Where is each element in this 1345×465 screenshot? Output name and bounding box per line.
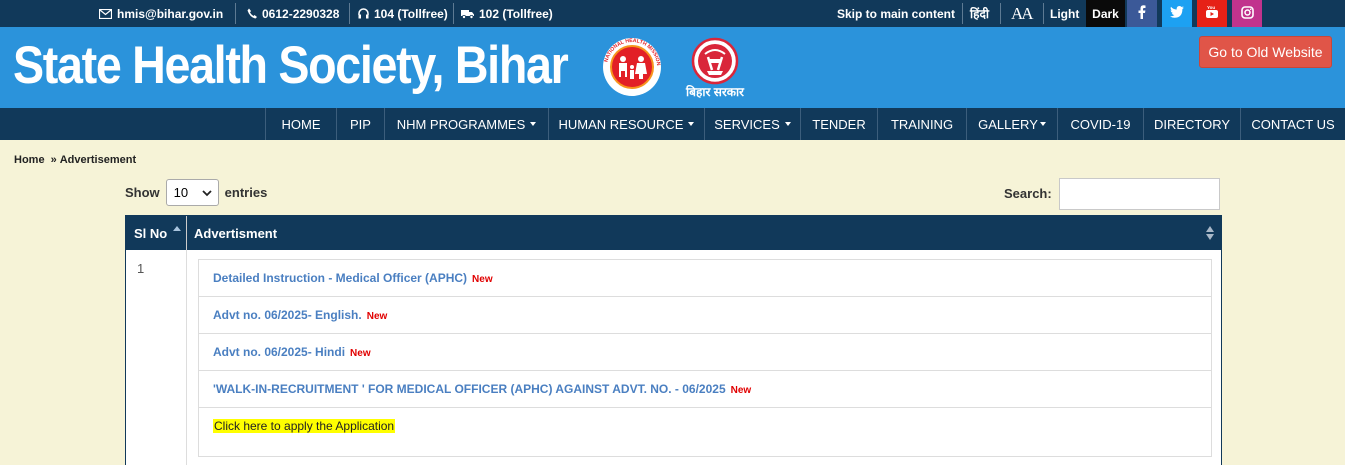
nav-pip[interactable]: PIP xyxy=(336,108,384,140)
sort-both-icon xyxy=(1206,226,1214,240)
entries-select[interactable]: 10 xyxy=(165,179,219,206)
list-item[interactable]: 'WALK-IN-RECRUITMENT ' FOR MEDICAL OFFIC… xyxy=(199,371,1211,408)
new-badge: New xyxy=(366,311,388,322)
nav-contact-us[interactable]: CONTACT US xyxy=(1240,108,1345,140)
entries-label: entries xyxy=(224,185,268,200)
nav-covid-19[interactable]: COVID-19 xyxy=(1057,108,1143,140)
twitter-link[interactable] xyxy=(1162,0,1192,27)
youtube-icon: You xyxy=(1205,5,1219,22)
ambulance-link[interactable]: 102 (Tollfree) xyxy=(461,0,553,27)
helpline-text: 104 (Tollfree) xyxy=(374,6,448,21)
show-label: Show xyxy=(125,185,160,200)
nav-directory[interactable]: DIRECTORY xyxy=(1143,108,1240,140)
advertisement-link[interactable]: Advt no. 06/2025- English. xyxy=(213,308,362,322)
sort-ascending-icon xyxy=(173,226,181,231)
divider xyxy=(235,3,236,24)
nav-home[interactable]: HOME xyxy=(265,108,336,140)
helpline-link[interactable]: 104 (Tollfree) xyxy=(358,0,448,27)
table-search: Search: xyxy=(1004,177,1220,210)
entries-select-value: 10 xyxy=(173,185,189,200)
go-to-old-website-button[interactable]: Go to Old Website xyxy=(1199,36,1332,68)
main-navigation: HOME PIP NHM PROGRAMMES HUMAN RESOURCE S… xyxy=(0,108,1345,140)
nav-tender[interactable]: TENDER xyxy=(800,108,877,140)
breadcrumb-current: Advertisement xyxy=(59,154,137,166)
caret-down-icon xyxy=(784,122,791,126)
facebook-link[interactable] xyxy=(1127,0,1157,27)
list-item[interactable]: Detailed Instruction - Medical Officer (… xyxy=(199,260,1211,297)
svg-text:◆: ◆ xyxy=(712,64,717,70)
skip-to-main-link[interactable]: Skip to main content xyxy=(837,0,955,27)
list-item[interactable]: Click here to apply the Application xyxy=(199,408,1211,456)
advertisement-table: Sl No Advertisment 1 Detailed Instructio… xyxy=(125,215,1222,465)
phone-link[interactable]: 0612-2290328 xyxy=(247,0,339,27)
facebook-icon xyxy=(1138,5,1146,22)
nav-training[interactable]: TRAINING xyxy=(877,108,966,140)
advertisement-link[interactable]: Advt no. 06/2025- Hindi xyxy=(213,345,345,359)
divider xyxy=(1000,3,1001,24)
site-title[interactable]: State Health Society, Bihar xyxy=(13,35,569,97)
bihar-sarkar-logo[interactable]: ◆ बिहार सरकार xyxy=(686,37,744,99)
hindi-language-link[interactable]: हिंदी xyxy=(970,0,989,27)
top-utility-bar: hmis@bihar.gov.in 0612-2290328 104 (Toll… xyxy=(0,0,1345,27)
new-badge: New xyxy=(472,274,493,285)
light-theme-button[interactable]: Light xyxy=(1050,0,1079,27)
font-size-icon: AA xyxy=(1011,3,1034,23)
nav-gallery[interactable]: GALLERY xyxy=(966,108,1057,140)
twitter-icon xyxy=(1170,6,1184,21)
email-link[interactable]: hmis@bihar.gov.in xyxy=(99,0,223,27)
nav-services[interactable]: SERVICES xyxy=(704,108,800,140)
search-label: Search: xyxy=(1004,186,1052,201)
breadcrumb: Home » Advertisement xyxy=(14,154,136,166)
advertisement-list: Detailed Instruction - Medical Officer (… xyxy=(198,259,1212,457)
svg-text:You: You xyxy=(1207,5,1215,10)
headphones-icon xyxy=(358,8,369,19)
envelope-icon xyxy=(99,8,112,19)
column-header-sl-no[interactable]: Sl No xyxy=(126,216,187,250)
ambulance-icon xyxy=(461,9,474,19)
email-text: hmis@bihar.gov.in xyxy=(117,6,224,21)
table-header: Sl No Advertisment xyxy=(126,216,1221,250)
apply-application-link[interactable]: Click here to apply the Application xyxy=(213,419,396,433)
nav-nhm-programmes[interactable]: NHM PROGRAMMES xyxy=(384,108,548,140)
entries-length-control: Show 10 entries xyxy=(125,179,267,206)
new-badge: New xyxy=(350,348,371,359)
youtube-link[interactable]: You xyxy=(1197,0,1227,27)
divider xyxy=(962,3,963,24)
phone-icon xyxy=(247,8,257,19)
divider xyxy=(349,3,350,24)
instagram-link[interactable] xyxy=(1232,0,1262,27)
search-input[interactable] xyxy=(1058,177,1220,210)
caret-down-icon xyxy=(530,122,537,126)
advertisement-link[interactable]: 'WALK-IN-RECRUITMENT ' FOR MEDICAL OFFIC… xyxy=(213,382,726,396)
nhm-logo[interactable]: NATIONAL HEALTH MISSION xyxy=(598,36,666,103)
new-badge: New xyxy=(730,385,752,396)
advertisement-link[interactable]: Detailed Instruction - Medical Officer (… xyxy=(213,271,467,285)
list-item[interactable]: Advt no. 06/2025- English. New xyxy=(199,297,1211,334)
nav-human-resource[interactable]: HUMAN RESOURCE xyxy=(548,108,704,140)
chevron-down-icon xyxy=(202,185,212,200)
breadcrumb-home-link[interactable]: Home xyxy=(14,154,45,166)
divider xyxy=(1043,3,1044,24)
ambulance-text: 102 (Tollfree) xyxy=(479,6,553,21)
font-size-toggle[interactable]: AA xyxy=(1011,0,1034,27)
table-cell-sl-no: 1 xyxy=(126,250,187,465)
column-header-advertisment[interactable]: Advertisment xyxy=(188,216,1221,250)
bihar-sarkar-text: बिहार सरकार xyxy=(686,85,744,99)
dark-theme-button[interactable]: Dark xyxy=(1086,0,1125,27)
divider xyxy=(453,3,454,24)
list-item[interactable]: Advt no. 06/2025- Hindi New xyxy=(199,334,1211,371)
site-header: State Health Society, Bihar NATIONAL HEA… xyxy=(0,27,1345,108)
caret-down-icon xyxy=(688,122,695,126)
phone-text: 0612-2290328 xyxy=(262,6,340,21)
instagram-icon xyxy=(1240,5,1254,22)
caret-down-icon xyxy=(1039,122,1046,126)
breadcrumb-separator: » xyxy=(50,154,57,166)
